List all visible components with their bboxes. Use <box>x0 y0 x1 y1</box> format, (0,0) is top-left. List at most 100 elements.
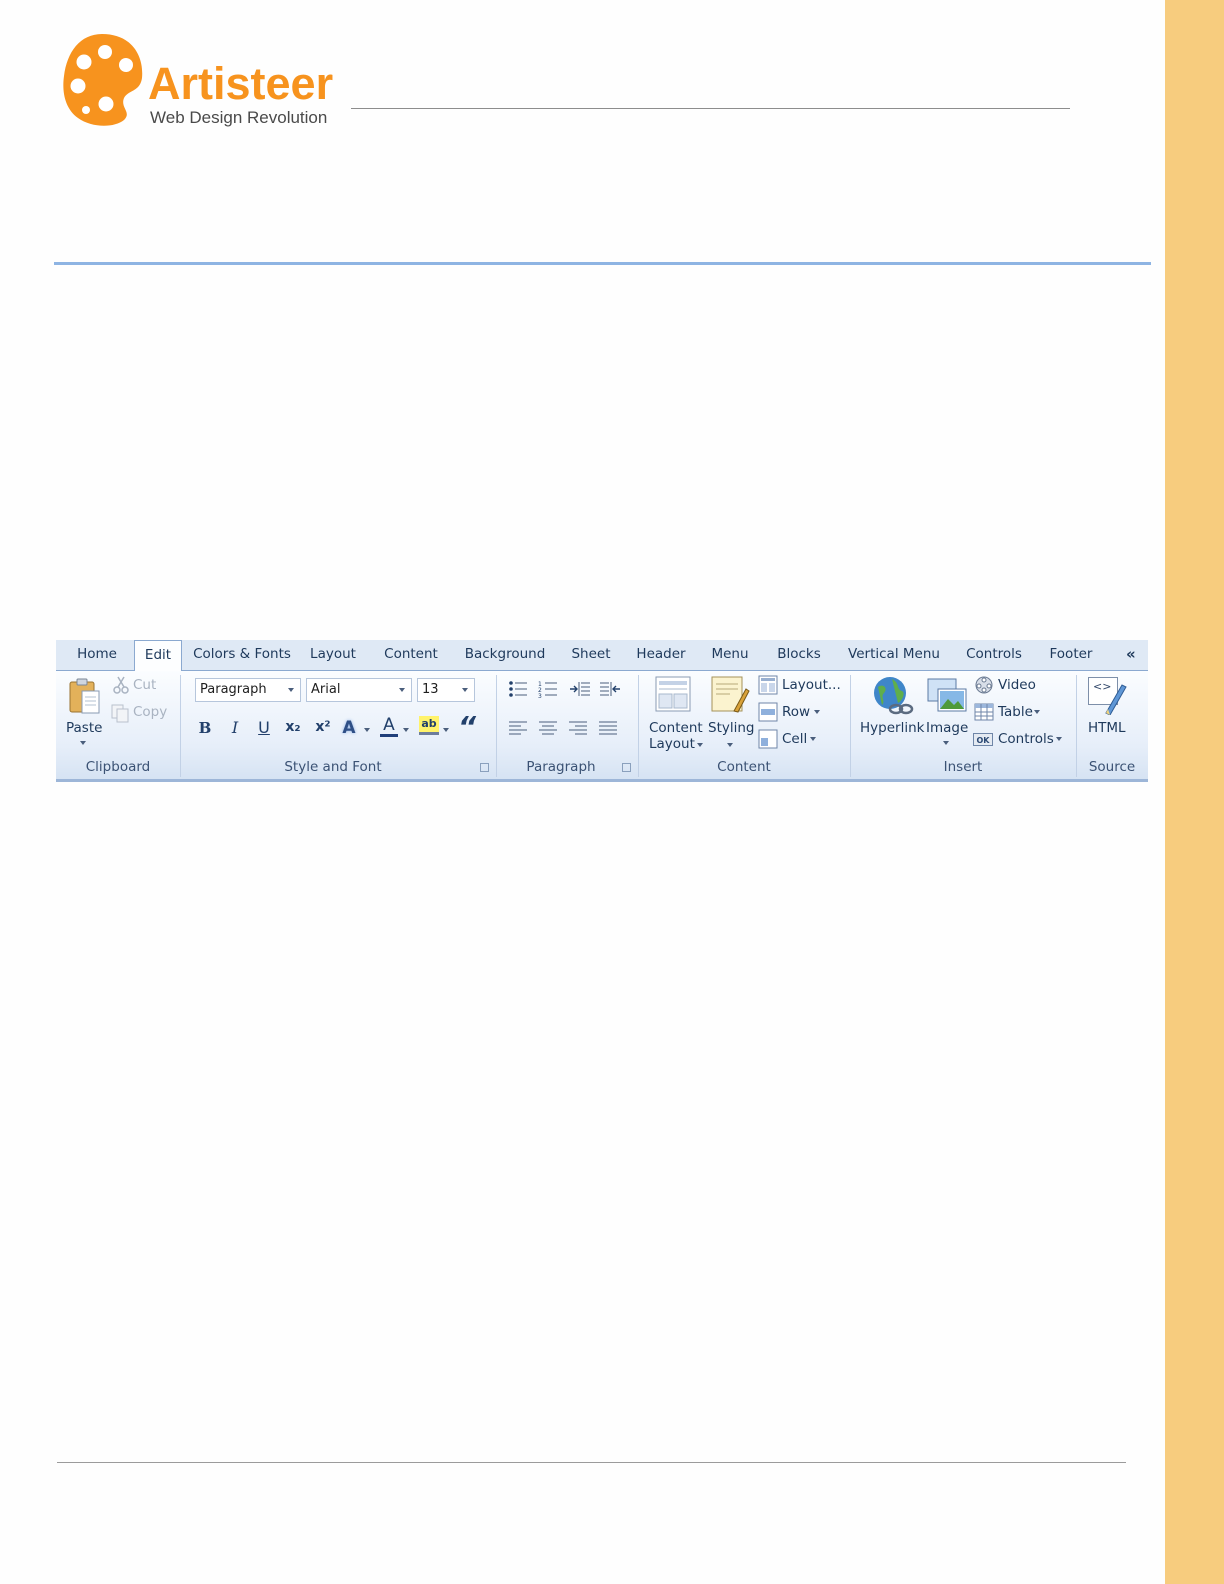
layout-button[interactable]: Layout... <box>782 677 841 693</box>
chevron-down-icon <box>399 688 405 692</box>
image-button[interactable]: Image <box>926 720 968 736</box>
size-select-value: 13 <box>422 682 439 697</box>
superscript-button[interactable]: x² <box>312 719 334 735</box>
paste-icon <box>69 678 100 714</box>
controls-ok-icon: OK <box>973 733 993 746</box>
cell-icon <box>758 729 778 749</box>
bullet-list-icon[interactable] <box>508 680 528 698</box>
palette-icon <box>63 34 143 126</box>
tab-menu[interactable]: Menu <box>704 640 756 670</box>
align-right-icon[interactable] <box>568 720 588 736</box>
table-dropdown-icon[interactable] <box>1034 710 1040 714</box>
clipboard-group-label: Clipboard <box>85 759 151 775</box>
layout-icon <box>758 675 778 695</box>
image-dropdown-icon[interactable] <box>943 741 949 745</box>
styling-dropdown-icon[interactable] <box>727 743 733 747</box>
hyperlink-globe-icon <box>874 677 914 715</box>
video-film-icon <box>975 676 993 694</box>
justify-icon[interactable] <box>598 720 618 736</box>
ribbon-tab-bar: Home Edit Colors & Fonts Layout Content … <box>56 640 1148 671</box>
tab-home[interactable]: Home <box>68 640 126 670</box>
style-font-dialog-launcher[interactable] <box>480 763 489 772</box>
content-group-label: Content <box>717 759 771 775</box>
paragraph-group-label: Paragraph <box>526 759 596 775</box>
paragraph-style-select[interactable]: Paragraph <box>195 678 301 702</box>
video-button[interactable]: Video <box>998 677 1036 693</box>
footer-divider <box>57 1462 1126 1463</box>
content-layout-button[interactable]: Content <box>649 720 703 736</box>
font-select-value: Arial <box>311 682 341 697</box>
tab-header[interactable]: Header <box>630 640 692 670</box>
font-size-select[interactable]: 13 <box>417 678 475 702</box>
text-effect-button[interactable]: A <box>340 718 358 738</box>
numbered-list-icon[interactable]: 1 2 3 <box>538 680 558 698</box>
cell-button[interactable]: Cell <box>782 731 807 747</box>
align-left-icon[interactable] <box>508 720 528 736</box>
font-color-dropdown-icon[interactable] <box>403 728 409 732</box>
artisteer-logo: Artisteer Web Design Revolution <box>62 32 352 132</box>
ribbon-panel: Paste Cut Copy Clipboard Paragraph Arial… <box>56 671 1148 782</box>
tab-sheet[interactable]: Sheet <box>564 640 618 670</box>
underline-button[interactable]: U <box>255 718 273 737</box>
copy-icon <box>111 704 129 723</box>
align-center-icon[interactable] <box>538 720 558 736</box>
style-select-value: Paragraph <box>200 682 267 697</box>
ribbon-toolbar: Home Edit Colors & Fonts Layout Content … <box>56 640 1148 783</box>
chevron-down-icon <box>288 688 294 692</box>
paste-button[interactable]: Paste <box>66 720 102 736</box>
content-layout-button-line2[interactable]: Layout <box>649 736 695 752</box>
tab-blocks[interactable]: Blocks <box>770 640 828 670</box>
collapse-ribbon-button[interactable]: « <box>1126 640 1136 670</box>
paragraph-dialog-launcher[interactable] <box>622 763 631 772</box>
indent-icon[interactable] <box>569 680 591 698</box>
logo-name: Artisteer <box>148 58 334 109</box>
table-button[interactable]: Table <box>998 704 1033 720</box>
highlight-dropdown-icon[interactable] <box>443 728 449 732</box>
blockquote-button[interactable]: “ <box>456 713 478 741</box>
content-layout-dropdown-icon[interactable] <box>697 743 703 747</box>
scissors-icon <box>113 676 129 694</box>
header-divider <box>351 108 1070 109</box>
outdent-icon[interactable] <box>599 680 621 698</box>
table-icon <box>974 703 994 721</box>
styling-button[interactable]: Styling <box>708 720 754 736</box>
image-icon <box>927 678 967 712</box>
cell-dropdown-icon[interactable] <box>810 737 816 741</box>
style-font-group-label: Style and Font <box>284 759 382 775</box>
row-icon <box>758 702 778 722</box>
text-effect-dropdown-icon[interactable] <box>364 728 370 732</box>
styling-icon <box>711 676 750 713</box>
controls-button[interactable]: Controls <box>998 731 1054 747</box>
subscript-button[interactable]: x₂ <box>282 719 304 735</box>
controls-dropdown-icon[interactable] <box>1056 737 1062 741</box>
tab-background[interactable]: Background <box>458 640 552 670</box>
tab-colors-fonts[interactable]: Colors & Fonts <box>190 640 294 670</box>
chevron-down-icon <box>462 688 468 692</box>
content-layout-icon <box>655 676 691 712</box>
highlight-button[interactable]: ab <box>419 716 439 735</box>
section-divider <box>54 262 1151 265</box>
pencil-icon <box>1105 684 1127 715</box>
tab-vertical-menu[interactable]: Vertical Menu <box>842 640 946 670</box>
copy-button[interactable]: Copy <box>133 704 167 720</box>
italic-button[interactable]: I <box>226 718 244 737</box>
svg-text:3: 3 <box>538 693 542 698</box>
tab-edit[interactable]: Edit <box>134 640 182 671</box>
font-family-select[interactable]: Arial <box>306 678 412 702</box>
logo-tagline: Web Design Revolution <box>150 108 328 127</box>
paste-dropdown-icon[interactable] <box>80 741 86 745</box>
tab-controls[interactable]: Controls <box>960 640 1028 670</box>
row-dropdown-icon[interactable] <box>814 710 820 714</box>
tab-content[interactable]: Content <box>376 640 446 670</box>
bold-button[interactable]: B <box>196 719 214 737</box>
insert-group-label: Insert <box>943 759 983 775</box>
tab-layout[interactable]: Layout <box>304 640 362 670</box>
source-group-label: Source <box>1088 759 1136 775</box>
font-color-button[interactable]: A <box>380 716 398 737</box>
html-button[interactable]: HTML <box>1088 720 1126 736</box>
cut-button[interactable]: Cut <box>133 677 156 693</box>
tab-footer[interactable]: Footer <box>1042 640 1100 670</box>
hyperlink-button[interactable]: Hyperlink <box>860 720 924 736</box>
side-color-band <box>1165 0 1224 1584</box>
row-button[interactable]: Row <box>782 704 810 720</box>
